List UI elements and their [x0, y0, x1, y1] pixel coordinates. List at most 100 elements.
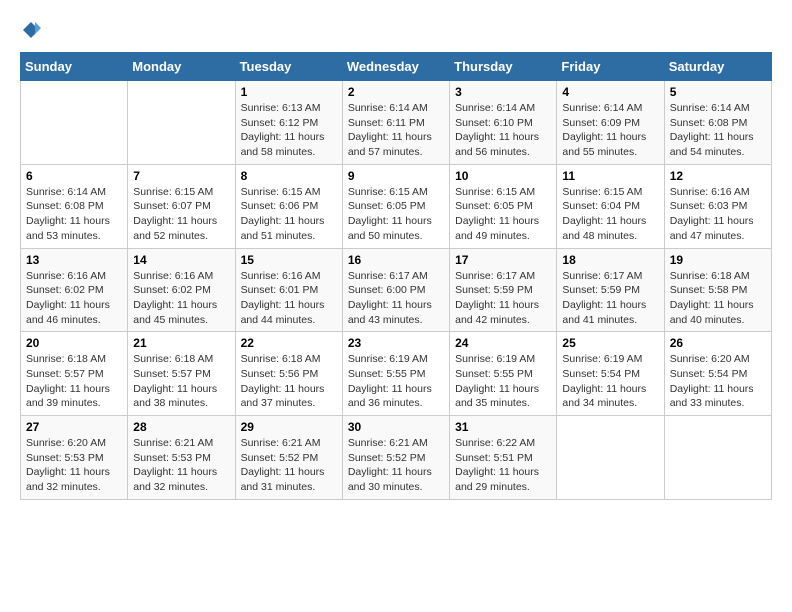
calendar-cell: 8 Sunrise: 6:15 AMSunset: 6:06 PMDaylight… [235, 164, 342, 248]
day-number: 15 [241, 253, 337, 267]
cell-info: Sunrise: 6:17 AMSunset: 5:59 PMDaylight:… [455, 269, 551, 328]
day-number: 28 [133, 420, 229, 434]
cell-info: Sunrise: 6:14 AMSunset: 6:10 PMDaylight:… [455, 101, 551, 160]
cell-info: Sunrise: 6:18 AMSunset: 5:56 PMDaylight:… [241, 352, 337, 411]
header-sunday: Sunday [21, 53, 128, 81]
day-number: 27 [26, 420, 122, 434]
day-number: 8 [241, 169, 337, 183]
header-monday: Monday [128, 53, 235, 81]
calendar-cell: 3 Sunrise: 6:14 AMSunset: 6:10 PMDaylight… [450, 81, 557, 165]
cell-info: Sunrise: 6:18 AMSunset: 5:57 PMDaylight:… [26, 352, 122, 411]
cell-info: Sunrise: 6:19 AMSunset: 5:54 PMDaylight:… [562, 352, 658, 411]
cell-info: Sunrise: 6:16 AMSunset: 6:01 PMDaylight:… [241, 269, 337, 328]
day-number: 16 [348, 253, 444, 267]
day-number: 4 [562, 85, 658, 99]
day-number: 31 [455, 420, 551, 434]
week-row-5: 27 Sunrise: 6:20 AMSunset: 5:53 PMDayligh… [21, 416, 772, 500]
calendar-cell: 25 Sunrise: 6:19 AMSunset: 5:54 PMDayligh… [557, 332, 664, 416]
page-header [20, 20, 772, 36]
calendar-cell: 29 Sunrise: 6:21 AMSunset: 5:52 PMDayligh… [235, 416, 342, 500]
day-number: 22 [241, 336, 337, 350]
cell-info: Sunrise: 6:16 AMSunset: 6:02 PMDaylight:… [26, 269, 122, 328]
day-number: 18 [562, 253, 658, 267]
calendar-cell: 18Sunrise: 6:17 AMSunset: 5:59 PMDayligh… [557, 248, 664, 332]
calendar-cell: 1 Sunrise: 6:13 AMSunset: 6:12 PMDaylight… [235, 81, 342, 165]
calendar-cell: 19Sunrise: 6:18 AMSunset: 5:58 PMDayligh… [664, 248, 771, 332]
calendar-cell: 28Sunrise: 6:21 AMSunset: 5:53 PMDayligh… [128, 416, 235, 500]
cell-info: Sunrise: 6:15 AMSunset: 6:06 PMDaylight:… [241, 185, 337, 244]
calendar-cell: 9 Sunrise: 6:15 AMSunset: 6:05 PMDaylight… [342, 164, 449, 248]
cell-info: Sunrise: 6:14 AMSunset: 6:09 PMDaylight:… [562, 101, 658, 160]
cell-info: Sunrise: 6:17 AMSunset: 6:00 PMDaylight:… [348, 269, 444, 328]
cell-info: Sunrise: 6:21 AMSunset: 5:52 PMDaylight:… [241, 436, 337, 495]
week-row-3: 13 Sunrise: 6:16 AMSunset: 6:02 PMDayligh… [21, 248, 772, 332]
cell-info: Sunrise: 6:19 AMSunset: 5:55 PMDaylight:… [455, 352, 551, 411]
day-number: 3 [455, 85, 551, 99]
day-number: 6 [26, 169, 122, 183]
day-number: 9 [348, 169, 444, 183]
day-number: 29 [241, 420, 337, 434]
cell-info: Sunrise: 6:15 AMSunset: 6:05 PMDaylight:… [455, 185, 551, 244]
day-number: 30 [348, 420, 444, 434]
cell-info: Sunrise: 6:15 AMSunset: 6:07 PMDaylight:… [133, 185, 229, 244]
calendar-cell [21, 81, 128, 165]
day-number: 5 [670, 85, 766, 99]
cell-info: Sunrise: 6:20 AMSunset: 5:54 PMDaylight:… [670, 352, 766, 411]
calendar-cell: 22 Sunrise: 6:18 AMSunset: 5:56 PMDayligh… [235, 332, 342, 416]
day-number: 24 [455, 336, 551, 350]
header-wednesday: Wednesday [342, 53, 449, 81]
header-friday: Friday [557, 53, 664, 81]
logo [20, 20, 42, 36]
cell-info: Sunrise: 6:14 AMSunset: 6:08 PMDaylight:… [26, 185, 122, 244]
calendar-cell: 13 Sunrise: 6:16 AMSunset: 6:02 PMDayligh… [21, 248, 128, 332]
calendar-cell: 24 Sunrise: 6:19 AMSunset: 5:55 PMDayligh… [450, 332, 557, 416]
day-number: 10 [455, 169, 551, 183]
calendar-cell: 4 Sunrise: 6:14 AMSunset: 6:09 PMDaylight… [557, 81, 664, 165]
calendar-cell: 14 Sunrise: 6:16 AMSunset: 6:02 PMDayligh… [128, 248, 235, 332]
day-number: 14 [133, 253, 229, 267]
day-number: 23 [348, 336, 444, 350]
header-tuesday: Tuesday [235, 53, 342, 81]
calendar-cell: 12 Sunrise: 6:16 AMSunset: 6:03 PMDayligh… [664, 164, 771, 248]
day-number: 12 [670, 169, 766, 183]
cell-info: Sunrise: 6:22 AMSunset: 5:51 PMDaylight:… [455, 436, 551, 495]
day-number: 11 [562, 169, 658, 183]
day-number: 19 [670, 253, 766, 267]
calendar-cell: 21Sunrise: 6:18 AMSunset: 5:57 PMDayligh… [128, 332, 235, 416]
cell-info: Sunrise: 6:16 AMSunset: 6:02 PMDaylight:… [133, 269, 229, 328]
cell-info: Sunrise: 6:19 AMSunset: 5:55 PMDaylight:… [348, 352, 444, 411]
header-saturday: Saturday [664, 53, 771, 81]
day-number: 25 [562, 336, 658, 350]
week-row-2: 6 Sunrise: 6:14 AMSunset: 6:08 PMDaylight… [21, 164, 772, 248]
calendar-cell: 11 Sunrise: 6:15 AMSunset: 6:04 PMDayligh… [557, 164, 664, 248]
calendar-cell: 6 Sunrise: 6:14 AMSunset: 6:08 PMDaylight… [21, 164, 128, 248]
calendar-cell: 15 Sunrise: 6:16 AMSunset: 6:01 PMDayligh… [235, 248, 342, 332]
week-row-1: 1 Sunrise: 6:13 AMSunset: 6:12 PMDaylight… [21, 81, 772, 165]
calendar-cell [128, 81, 235, 165]
header-thursday: Thursday [450, 53, 557, 81]
day-number: 1 [241, 85, 337, 99]
calendar-cell: 7 Sunrise: 6:15 AMSunset: 6:07 PMDaylight… [128, 164, 235, 248]
day-number: 17 [455, 253, 551, 267]
cell-info: Sunrise: 6:15 AMSunset: 6:04 PMDaylight:… [562, 185, 658, 244]
cell-info: Sunrise: 6:15 AMSunset: 6:05 PMDaylight:… [348, 185, 444, 244]
day-number: 20 [26, 336, 122, 350]
calendar-cell [664, 416, 771, 500]
calendar-cell: 16 Sunrise: 6:17 AMSunset: 6:00 PMDayligh… [342, 248, 449, 332]
cell-info: Sunrise: 6:14 AMSunset: 6:11 PMDaylight:… [348, 101, 444, 160]
calendar-cell: 10 Sunrise: 6:15 AMSunset: 6:05 PMDayligh… [450, 164, 557, 248]
calendar-table: SundayMondayTuesdayWednesdayThursdayFrid… [20, 52, 772, 500]
calendar-cell: 20 Sunrise: 6:18 AMSunset: 5:57 PMDayligh… [21, 332, 128, 416]
cell-info: Sunrise: 6:20 AMSunset: 5:53 PMDaylight:… [26, 436, 122, 495]
cell-info: Sunrise: 6:21 AMSunset: 5:52 PMDaylight:… [348, 436, 444, 495]
day-number: 7 [133, 169, 229, 183]
cell-info: Sunrise: 6:14 AMSunset: 6:08 PMDaylight:… [670, 101, 766, 160]
calendar-cell [557, 416, 664, 500]
day-number: 21 [133, 336, 229, 350]
day-number: 13 [26, 253, 122, 267]
cell-info: Sunrise: 6:13 AMSunset: 6:12 PMDaylight:… [241, 101, 337, 160]
week-row-4: 20 Sunrise: 6:18 AMSunset: 5:57 PMDayligh… [21, 332, 772, 416]
cell-info: Sunrise: 6:16 AMSunset: 6:03 PMDaylight:… [670, 185, 766, 244]
day-number: 2 [348, 85, 444, 99]
calendar-cell: 2 Sunrise: 6:14 AMSunset: 6:11 PMDaylight… [342, 81, 449, 165]
